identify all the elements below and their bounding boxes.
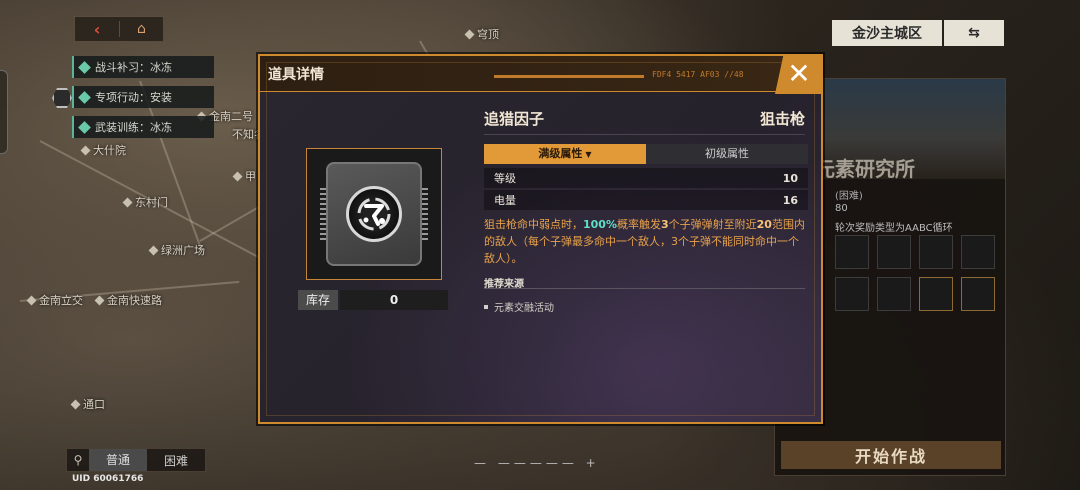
stage-title: 元素研究所 <box>815 157 915 181</box>
stat-value: 16 <box>782 193 798 207</box>
difficulty-normal-button[interactable]: 普通 <box>89 449 147 471</box>
home-icon[interactable]: ⌂ <box>118 21 163 37</box>
tab-max-level[interactable]: 满级属性 ▼ <box>484 144 646 164</box>
map-location-label[interactable]: 通口 <box>70 396 105 412</box>
reward-item[interactable] <box>961 235 995 269</box>
task-list: 战斗补习：冰冻 专项行动：安装 武装训练：冰冻 <box>72 56 214 146</box>
tab-initial-level[interactable]: 初级属性 <box>646 144 808 164</box>
swap-region-icon[interactable]: ⇆ <box>944 20 1004 46</box>
map-location-label[interactable]: 穹顶 <box>464 26 499 42</box>
task-icon <box>78 120 91 134</box>
reward-grid <box>835 235 997 311</box>
task-icon <box>78 90 91 104</box>
item-detail-dialog: 道具详情 FDF4 5417 AF03 //48 ✕ 库存 0 追猎因子 狙击枪… <box>258 54 823 424</box>
stat-label: 等级 <box>494 172 516 185</box>
player-uid: UID 60061766 <box>72 474 144 484</box>
top-nav: ‹ ⌂ <box>74 16 164 42</box>
stage-difficulty: (困难) <box>835 191 863 202</box>
bullet-icon <box>484 304 488 309</box>
stock-label: 库存 <box>298 290 338 310</box>
reward-item[interactable] <box>835 235 869 269</box>
map-location-label[interactable]: 东村门 <box>122 194 168 210</box>
map-location-label[interactable]: 金南立交 <box>26 292 83 308</box>
close-icon: ✕ <box>787 57 811 90</box>
stat-row: 电量 16 <box>484 190 808 210</box>
region-name[interactable]: 金沙主城区 <box>832 20 942 46</box>
item-weapon-type: 狙击枪 <box>759 110 805 128</box>
stat-row: 等级 10 <box>484 168 808 188</box>
difficulty-hard-button[interactable]: 困难 <box>147 452 205 469</box>
item-icon-frame <box>306 148 442 280</box>
chip-icon <box>320 162 428 266</box>
zoom-slider[interactable]: — ————— + <box>474 456 600 470</box>
task-item[interactable]: 武装训练：冰冻 <box>72 116 214 138</box>
reward-item[interactable] <box>919 235 953 269</box>
stage-level: 80 <box>835 203 848 214</box>
divider <box>484 134 805 135</box>
reward-item[interactable] <box>877 277 911 311</box>
stage-reward-note: 轮次奖励类型为AABC循环 <box>835 223 953 234</box>
header-decoration-bar <box>494 75 644 78</box>
map-location-label[interactable]: 金南快速路 <box>94 292 162 308</box>
stock-value: 0 <box>340 290 448 310</box>
map-location-label[interactable]: 甲 <box>232 168 256 184</box>
dialog-header: 道具详情 FDF4 5417 AF03 //48 <box>260 56 821 92</box>
reward-item[interactable] <box>919 277 953 311</box>
stat-value: 10 <box>782 171 798 185</box>
reward-item[interactable] <box>877 235 911 269</box>
side-drawer-handle[interactable] <box>0 70 8 154</box>
difficulty-toggle: ⚲ 普通 困难 <box>66 448 206 472</box>
reward-item[interactable] <box>835 277 869 311</box>
item-name: 追猎因子 <box>484 110 545 128</box>
task-icon <box>78 60 91 74</box>
divider <box>484 288 805 289</box>
task-item[interactable]: 战斗补习：冰冻 <box>72 56 214 78</box>
attribute-tabs: 满级属性 ▼ 初级属性 <box>484 144 808 164</box>
dialog-title: 道具详情 <box>268 67 324 83</box>
stat-label: 电量 <box>494 194 516 207</box>
start-battle-button[interactable]: 开始作战 <box>781 441 1001 469</box>
header-code: FDF4 5417 AF03 //48 <box>652 70 744 79</box>
caret-down-icon: ▼ <box>585 150 592 159</box>
task-item[interactable]: 专项行动：安装 <box>72 86 214 108</box>
reward-item[interactable] <box>961 277 995 311</box>
source-link[interactable]: 元素交融活动 <box>484 299 554 314</box>
item-description: 狙击枪命中弱点时，100%概率触发3个子弹弹射至附近20范围内的敌人（每个子弹最… <box>484 218 805 265</box>
search-icon[interactable]: ⚲ <box>67 453 89 467</box>
map-location-label[interactable]: 绿洲广场 <box>148 242 205 258</box>
back-icon[interactable]: ‹ <box>75 20 119 39</box>
